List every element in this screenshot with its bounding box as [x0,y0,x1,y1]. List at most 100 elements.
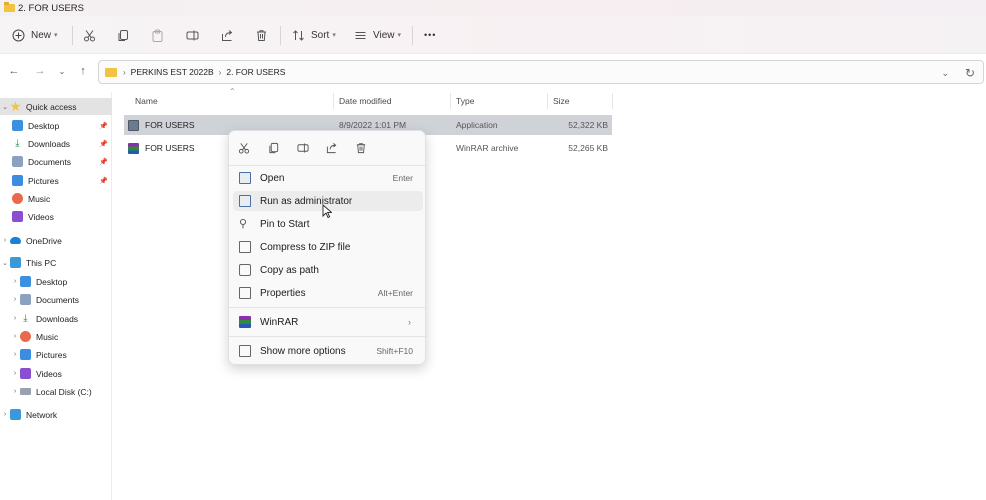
winrar-archive-icon [128,142,139,154]
copy-button[interactable] [117,16,130,54]
winrar-icon [239,316,251,328]
nav-pc-local-disk[interactable]: › Local Disk (C:) [0,383,112,400]
documents-icon [12,156,23,167]
nav-network[interactable]: › Network [0,406,112,423]
share-button[interactable] [221,16,234,54]
file-type: WinRAR archive [456,143,519,153]
chevron-right-icon[interactable]: › [10,370,20,377]
nav-pc-videos[interactable]: › Videos [0,365,112,382]
chevron-right-icon[interactable]: › [10,278,20,285]
nav-qa-videos[interactable]: Videos [0,208,112,225]
nav-label: Videos [36,368,62,379]
nav-label: Quick access [26,101,77,112]
more-options-icon [239,345,251,357]
file-name-cell: FOR USERS [128,115,195,135]
pictures-icon [12,175,23,186]
divider [280,26,281,45]
column-divider[interactable] [612,93,613,109]
shield-icon [239,195,251,207]
pin-icon: 📌 [99,140,108,148]
column-divider[interactable] [547,93,548,109]
chevron-right-icon: › [123,67,126,77]
nav-pc-documents[interactable]: › Documents [0,291,112,308]
nav-this-pc[interactable]: ⌄ This PC [0,254,112,271]
rename-button[interactable] [186,16,199,54]
file-name-cell: FOR USERS [128,138,195,158]
nav-quick-access[interactable]: ⌄ Quick access [0,98,112,115]
recent-locations-button[interactable]: ⌄ [55,64,69,78]
menu-item-winrar[interactable]: WinRAR › [233,312,423,332]
cut-button[interactable] [83,16,96,54]
new-label: New [31,29,52,41]
address-bar[interactable]: › PERKINS EST 2022B › 2. FOR USERS ⌄ ↻ [98,60,984,84]
window-title: 2. FOR USERS [18,2,84,14]
properties-icon [239,287,251,299]
copy-icon[interactable] [267,141,281,155]
column-header-name[interactable]: Name [135,92,158,110]
up-button[interactable]: ↑ [76,64,90,78]
column-divider[interactable] [333,93,334,109]
star-icon [10,101,21,112]
column-header-type[interactable]: Type [456,92,474,110]
chevron-right-icon[interactable]: › [0,237,10,244]
rename-icon[interactable] [296,141,310,155]
more-options-button[interactable]: ••• [424,16,436,54]
copy-icon [118,29,128,41]
menu-item-open[interactable]: Open Enter [233,168,423,188]
column-header-size[interactable]: Size [553,92,570,110]
column-divider[interactable] [450,93,451,109]
menu-item-show-more-options[interactable]: Show more options Shift+F10 [233,341,423,361]
menu-item-compress-zip[interactable]: Compress to ZIP file [233,237,423,257]
nav-pc-music[interactable]: › Music [0,328,112,345]
breadcrumb-item[interactable]: PERKINS EST 2022B [131,67,214,77]
sort-label: Sort [311,29,330,41]
new-button[interactable]: New ▾ [12,16,58,54]
sort-button[interactable]: Sort ▾ [292,16,336,54]
scissors-icon [84,29,95,41]
back-button[interactable]: ← [7,64,21,78]
refresh-icon[interactable]: ↻ [965,66,975,80]
nav-pc-pictures[interactable]: › Pictures [0,346,112,363]
chevron-down-icon[interactable]: ⌄ [0,103,10,111]
chevron-right-icon[interactable]: › [10,333,20,340]
address-dropdown-icon[interactable]: ⌄ [941,68,949,79]
nav-label: Documents [36,294,79,305]
nav-qa-documents[interactable]: Documents 📌 [0,153,112,170]
trash-icon[interactable] [354,141,368,155]
nav-label: Videos [28,211,54,222]
nav-label: Local Disk (C:) [36,386,92,397]
share-icon [222,29,233,41]
menu-label: Compress to ZIP file [260,241,351,253]
file-size: 52,322 KB [568,120,608,130]
chevron-right-icon[interactable]: › [10,351,20,358]
column-header-date[interactable]: Date modified [339,92,391,110]
pin-icon: 📌 [99,177,108,185]
chevron-right-icon[interactable]: › [10,296,20,303]
cut-icon[interactable] [237,141,251,155]
desktop-icon [20,276,31,287]
nav-pc-desktop[interactable]: › Desktop [0,273,112,290]
menu-item-properties[interactable]: Properties Alt+Enter [233,283,423,303]
computer-icon [10,257,21,268]
nav-onedrive[interactable]: › OneDrive [0,232,112,249]
chevron-down-icon: ⌄ [58,66,66,76]
chevron-right-icon[interactable]: › [10,388,20,395]
nav-qa-music[interactable]: Music [0,190,112,207]
menu-item-copy-as-path[interactable]: Copy as path [233,260,423,280]
view-button[interactable]: View ▾ [354,16,401,54]
forward-button[interactable]: → [33,64,47,78]
network-icon [10,409,21,420]
chevron-right-icon[interactable]: › [0,411,10,418]
paste-button[interactable] [151,16,164,54]
nav-qa-desktop[interactable]: Desktop 📌 [0,117,112,134]
chevron-down-icon[interactable]: ⌄ [0,259,10,267]
folder-icon [105,67,117,77]
delete-button[interactable] [255,16,268,54]
nav-qa-downloads[interactable]: ⤓ Downloads 📌 [0,135,112,152]
nav-qa-pictures[interactable]: Pictures 📌 [0,172,112,189]
chevron-right-icon[interactable]: › [10,315,20,322]
share-icon[interactable] [325,141,339,155]
nav-pc-downloads[interactable]: › ⤓ Downloads [0,310,112,327]
nav-label: Music [28,193,51,204]
breadcrumb-item[interactable]: 2. FOR USERS [226,67,285,77]
